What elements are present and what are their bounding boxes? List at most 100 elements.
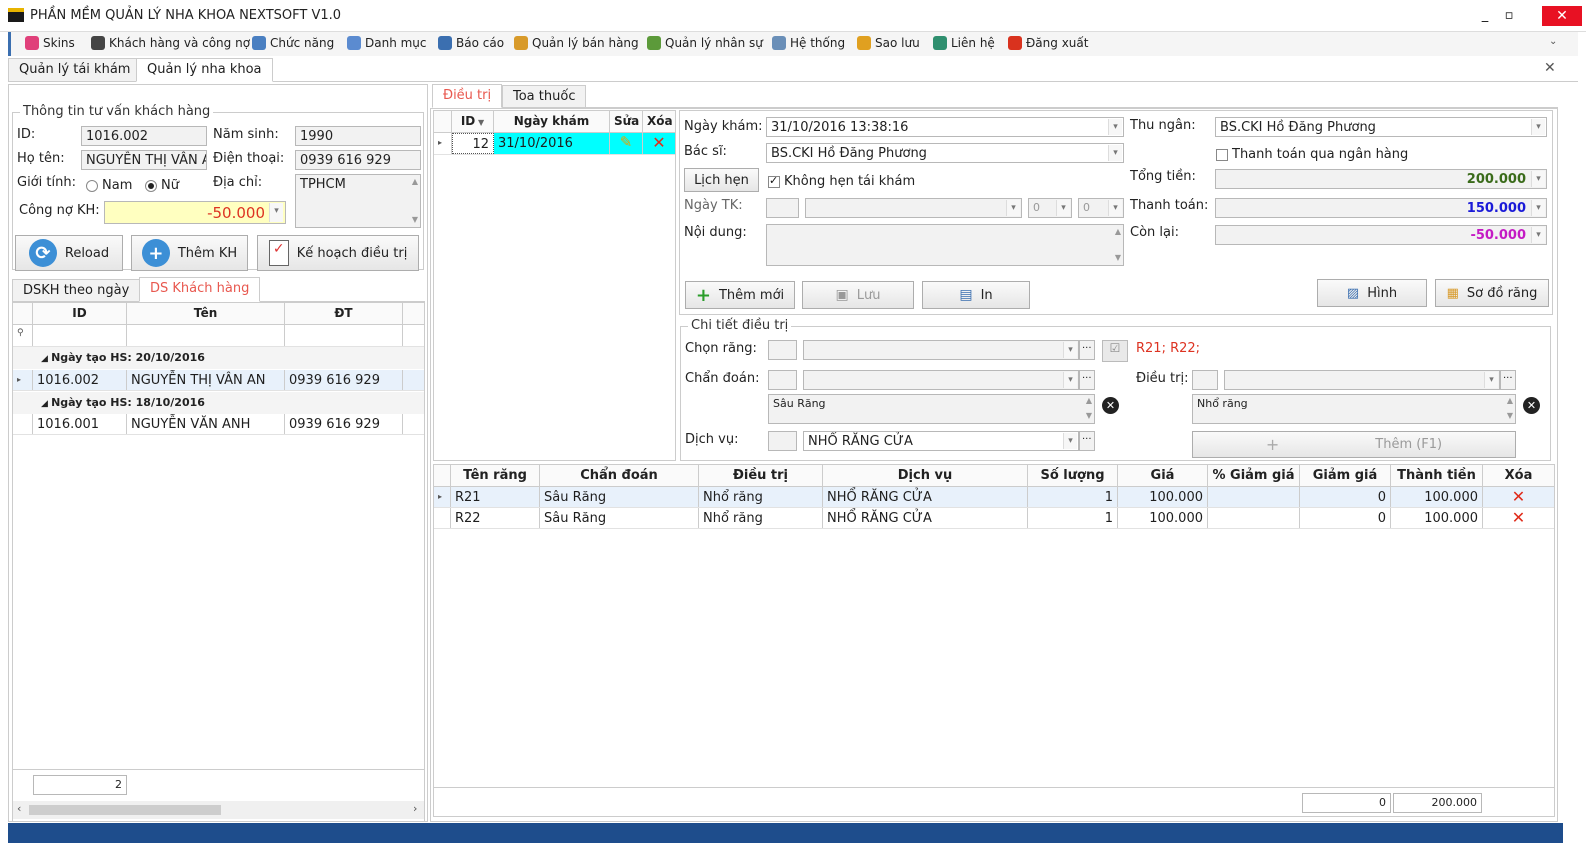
filter-row[interactable]: ⚲ — [13, 325, 424, 347]
tooth-code-field[interactable] — [768, 340, 797, 360]
scroll-down-icon[interactable]: ▼ — [1086, 411, 1092, 420]
col-delete[interactable]: Xóa — [1483, 465, 1554, 486]
gender-female-radio[interactable]: Nữ — [145, 178, 179, 193]
service-dropdown-icon[interactable]: ▾ — [1063, 433, 1077, 449]
paid-field[interactable]: 150.000 — [1215, 198, 1547, 218]
phone-field[interactable]: 0939 616 929 — [295, 150, 421, 170]
add-customer-button[interactable]: + Thêm KH — [131, 235, 248, 271]
treatment-code-field[interactable] — [1192, 370, 1218, 390]
delete-row-icon[interactable]: ✕ — [1483, 508, 1554, 528]
col-delete[interactable]: Xóa — [643, 111, 675, 132]
menu-item-11[interactable]: Đăng xuất — [1008, 36, 1088, 50]
tab-customer-list[interactable]: DS Khách hàng — [139, 277, 261, 302]
delete-row-icon[interactable]: ✕ — [1483, 487, 1554, 507]
diagnosis-code-field[interactable] — [768, 370, 797, 390]
menu-item-3[interactable]: Chức năng — [252, 36, 334, 50]
treatment-browse-icon[interactable]: ··· — [1500, 370, 1516, 390]
total-dropdown-icon[interactable]: ▾ — [1531, 171, 1545, 187]
table-row[interactable]: ▸ R21 Sâu Răng Nhổ răng NHỔ RĂNG CỬA 1 1… — [434, 487, 1554, 508]
image-button[interactable]: ▨ Hình — [1317, 279, 1427, 307]
scroll-up-icon[interactable]: ▲ — [412, 177, 418, 186]
col-visit-date[interactable]: Ngày khám — [494, 111, 610, 132]
tab-prescription[interactable]: Toa thuốc — [502, 85, 587, 108]
diagnosis-dropdown-icon[interactable]: ▾ — [1063, 372, 1077, 388]
table-row[interactable]: 1016.001 NGUYỄN VĂN ANH 0939 616 929 — [13, 414, 424, 435]
scroll-up-icon[interactable]: ▲ — [1086, 396, 1092, 405]
appointment-button[interactable]: Lịch hẹn — [684, 168, 759, 192]
treatment-plan-button[interactable]: ✓ Kế hoạch điều trị — [257, 235, 419, 271]
menu-item-5[interactable]: Báo cáo — [438, 36, 504, 50]
checklist-icon[interactable]: ☑ — [1102, 340, 1128, 362]
scroll-right-icon[interactable]: › — [413, 802, 417, 815]
col-treatment[interactable]: Điều trị — [699, 465, 823, 486]
collapse-icon[interactable]: ◢ — [41, 354, 51, 364]
service-code-field[interactable] — [768, 431, 797, 451]
paid-dropdown-icon[interactable]: ▾ — [1531, 200, 1545, 216]
menu-item-8[interactable]: Hệ thống — [772, 36, 845, 50]
doctor-select[interactable]: BS.CKI Hồ Đăng Phương — [766, 143, 1124, 163]
filter-id-cell[interactable] — [33, 325, 127, 346]
tab-customers-by-date[interactable]: DSKH theo ngày — [12, 279, 141, 302]
tab-dental[interactable]: Quản lý nha khoa — [136, 58, 273, 82]
scroll-down-icon[interactable]: ▼ — [1115, 253, 1121, 262]
treatment-select[interactable] — [1224, 370, 1500, 390]
print-button[interactable]: ▤ In — [922, 281, 1030, 309]
cashier-select[interactable]: BS.CKI Hồ Đăng Phương — [1215, 117, 1547, 137]
content-field[interactable]: ▲ ▼ — [766, 224, 1124, 266]
service-select[interactable]: NHỔ RĂNG CỬA — [803, 431, 1079, 451]
doctor-dropdown-icon[interactable]: ▾ — [1108, 145, 1122, 161]
collapse-icon[interactable]: ◢ — [41, 399, 51, 409]
hour-dropdown-icon[interactable]: ▾ — [1056, 200, 1070, 216]
col-service[interactable]: Dịch vụ — [823, 465, 1028, 486]
tab-recheck[interactable]: Quản lý tái khám — [8, 58, 142, 82]
service-browse-icon[interactable]: ··· — [1079, 431, 1095, 451]
add-detail-button[interactable]: + Thêm (F1) — [1192, 431, 1516, 458]
bank-payment-checkbox[interactable]: Thanh toán qua ngân hàng — [1216, 147, 1408, 162]
recheck-days-field[interactable] — [766, 198, 799, 218]
recheck-date-field[interactable] — [805, 198, 1022, 218]
menu-item-1[interactable]: Skins — [25, 36, 75, 50]
scroll-down-icon[interactable]: ▼ — [1507, 411, 1513, 420]
scroll-up-icon[interactable]: ▲ — [1507, 396, 1513, 405]
recheck-date-dropdown-icon[interactable]: ▾ — [1006, 200, 1020, 216]
col-price[interactable]: Giá — [1118, 465, 1208, 486]
col-visit-id[interactable]: ID ▼ — [452, 111, 494, 132]
menu-item-6[interactable]: Quản lý bán hàng — [514, 36, 639, 50]
menu-item-2[interactable]: Khách hàng và công nợ — [91, 36, 250, 50]
address-field[interactable]: TPHCM ▲ ▼ — [295, 174, 421, 228]
close-icon[interactable]: ✕ — [1542, 6, 1582, 26]
chevron-down-icon[interactable]: ⌄ — [1549, 36, 1557, 47]
table-row[interactable]: ▸ 12 31/10/2016 ✎ ✕ — [434, 133, 675, 155]
reload-button[interactable]: ⟳ Reload — [15, 235, 123, 271]
diagnosis-select[interactable] — [803, 370, 1079, 390]
menu-item-4[interactable]: Danh mục — [347, 36, 427, 50]
scroll-left-icon[interactable]: ‹ — [17, 802, 21, 815]
col-diagnosis[interactable]: Chẩn đoán — [540, 465, 699, 486]
maximize-icon[interactable]: ▫ — [1498, 6, 1520, 26]
scroll-down-icon[interactable]: ▼ — [412, 215, 418, 224]
visit-date-field[interactable]: 31/10/2016 13:38:16 — [766, 117, 1124, 137]
no-recheck-checkbox[interactable]: Không hẹn tái khám — [768, 174, 915, 189]
customer-name-field[interactable]: NGUYỄN THỊ VÂN AI — [81, 150, 207, 170]
col-name[interactable]: Tên — [127, 303, 285, 324]
clear-diagnosis-icon[interactable]: ✕ — [1102, 397, 1119, 414]
customer-id-field[interactable]: 1016.002 — [81, 126, 207, 146]
treatment-text-field[interactable]: Nhổ răng ▲ ▼ — [1192, 394, 1516, 424]
menu-item-9[interactable]: Sao lưu — [857, 36, 920, 50]
menu-item-7[interactable]: Quản lý nhân sự — [647, 36, 763, 50]
delete-icon[interactable]: ✕ — [643, 133, 675, 154]
col-tooth[interactable]: Tên răng — [451, 465, 540, 486]
cashier-dropdown-icon[interactable]: ▾ — [1531, 119, 1545, 135]
filter-name-cell[interactable] — [127, 325, 285, 346]
col-amount[interactable]: Thành tiền — [1391, 465, 1483, 486]
menu-item-10[interactable]: Liên hệ — [933, 36, 995, 50]
add-new-button[interactable]: + Thêm mới — [685, 281, 795, 309]
table-row[interactable]: R22 Sâu Răng Nhổ răng NHỔ RĂNG CỬA 1 100… — [434, 508, 1554, 529]
remaining-dropdown-icon[interactable]: ▾ — [1531, 227, 1545, 243]
debt-field[interactable]: -50.000 — [104, 201, 286, 224]
scroll-up-icon[interactable]: ▲ — [1115, 227, 1121, 236]
scroll-thumb[interactable] — [29, 805, 221, 815]
col-discount-percent[interactable]: % Giảm giá — [1208, 465, 1300, 486]
filter-icon[interactable]: ⚲ — [13, 325, 33, 346]
col-id[interactable]: ID — [33, 303, 127, 324]
